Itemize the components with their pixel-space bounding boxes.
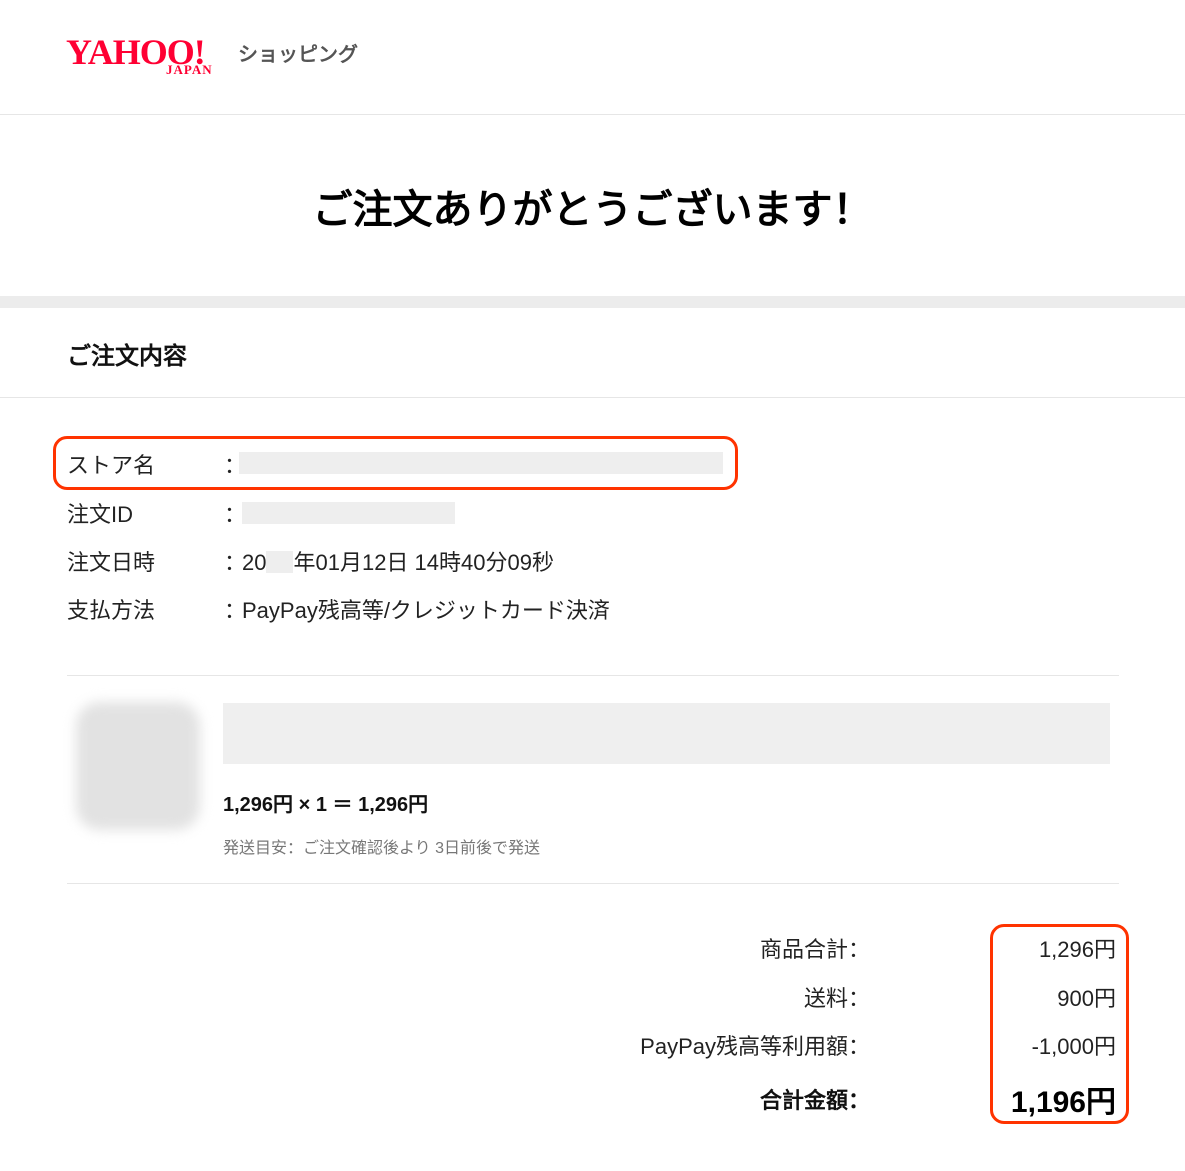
subtotal-label: 商品合計： xyxy=(759,937,870,962)
yahoo-shopping-logo[interactable]: YAHOO! JAPAN ショッピング xyxy=(66,34,366,84)
logo-japan-text: JAPAN xyxy=(166,62,213,77)
payment-method-value: PayPay残高等/クレジットカード決済 xyxy=(242,598,610,623)
payment-method-label: 支払方法 xyxy=(67,598,156,623)
shipping-fee-label: 送料： xyxy=(803,986,870,1011)
order-date-value: 20 年01月12日 14時40分09秒 xyxy=(242,545,554,577)
paypay-usage-label: PayPay残高等利用額： xyxy=(640,1034,870,1059)
site-header: YAHOO! JAPAN ショッピング xyxy=(0,0,1185,115)
order-date-year-prefix: 20 xyxy=(242,550,267,575)
order-id-redacted xyxy=(242,502,455,524)
order-id-label: 注文ID xyxy=(67,502,134,527)
shipping-estimate: 発送目安：ご注文確認後より 3日前後で発送 xyxy=(223,840,541,857)
product-thumbnail[interactable] xyxy=(76,702,200,830)
store-name-highlight xyxy=(53,436,738,490)
order-section-title: ご注文内容 xyxy=(67,343,187,370)
section-band xyxy=(0,296,1185,308)
item-price-line: 1,296円 × 1 ＝ 1,296円 xyxy=(223,794,429,816)
item-divider-bottom xyxy=(67,883,1119,884)
logo-shopping-text: ショッピング xyxy=(238,44,358,66)
section-divider xyxy=(0,397,1185,398)
order-date-year-redacted xyxy=(266,551,294,573)
thanks-heading: ご注文ありがとうございます！ xyxy=(312,187,873,232)
order-date-rest: 年01月12日 14時40分09秒 xyxy=(293,550,554,575)
order-date-label: 注文日時 xyxy=(67,550,156,575)
product-name-redacted[interactable] xyxy=(223,703,1110,764)
totals-highlight xyxy=(990,924,1129,1124)
grand-total-label: 合計金額： xyxy=(759,1088,870,1113)
item-divider-top xyxy=(67,675,1119,676)
